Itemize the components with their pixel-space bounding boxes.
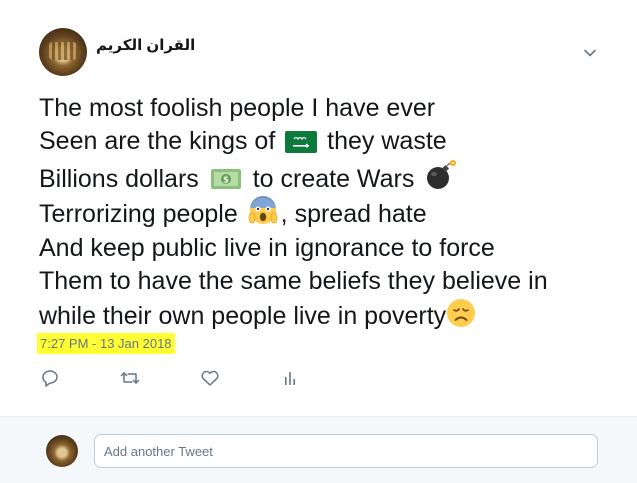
avatar[interactable] [39,28,87,76]
timestamp[interactable]: 7:27 PM - 13 Jan 2018 [37,333,175,354]
tweet-text-segment: , spread hate [280,200,427,229]
disappointed-face-icon [447,299,476,328]
chevron-down-icon[interactable] [583,46,597,60]
reply-composer [0,416,637,483]
avatar [46,435,78,467]
tweet-text-line: Billions dollars $ to create Wars [39,159,629,196]
tweet-text: The most foolish people I have ever Seen… [39,92,629,334]
tweet-text-line: The most foolish people I have ever [39,94,436,122]
tweet-text-segment: Terrorizing people [39,200,245,229]
bomb-icon [427,159,457,189]
tweet-text-segment: Billions dollars [39,164,206,193]
tweet-text-segment: to create Wars [252,164,415,193]
analytics-icon[interactable] [280,368,300,388]
svg-text:$: $ [223,175,229,185]
tweet-actions [0,368,637,390]
like-icon[interactable] [200,368,220,388]
tweet-text-line: Seen are the kings of they waste [39,125,629,158]
display-name[interactable]: القران الكريم [96,36,195,54]
reply-input[interactable] [94,434,598,468]
face-screaming-icon [248,196,278,225]
retweet-icon[interactable] [120,368,140,388]
tweet-text-segment: while their own people live in poverty [39,302,447,331]
tweet-text-line: Them to have the same beliefs they belie… [39,267,548,296]
tweet-text-line: while their own people live in poverty [39,298,629,333]
reply-icon[interactable] [40,368,60,388]
dollar-banknote-icon: $ [210,168,241,189]
tweet-text-line: Terrorizing people , spread hate [39,196,629,231]
tweet-card: القران الكريم The most foolish people I … [0,0,637,416]
tweet-text-segment: Seen are the kings of [39,127,283,156]
tweet-text-line: And keep public live in ignorance to for… [39,233,495,262]
saudi-arabia-flag-icon [285,131,318,154]
tweet-text-segment: they waste [327,127,447,156]
